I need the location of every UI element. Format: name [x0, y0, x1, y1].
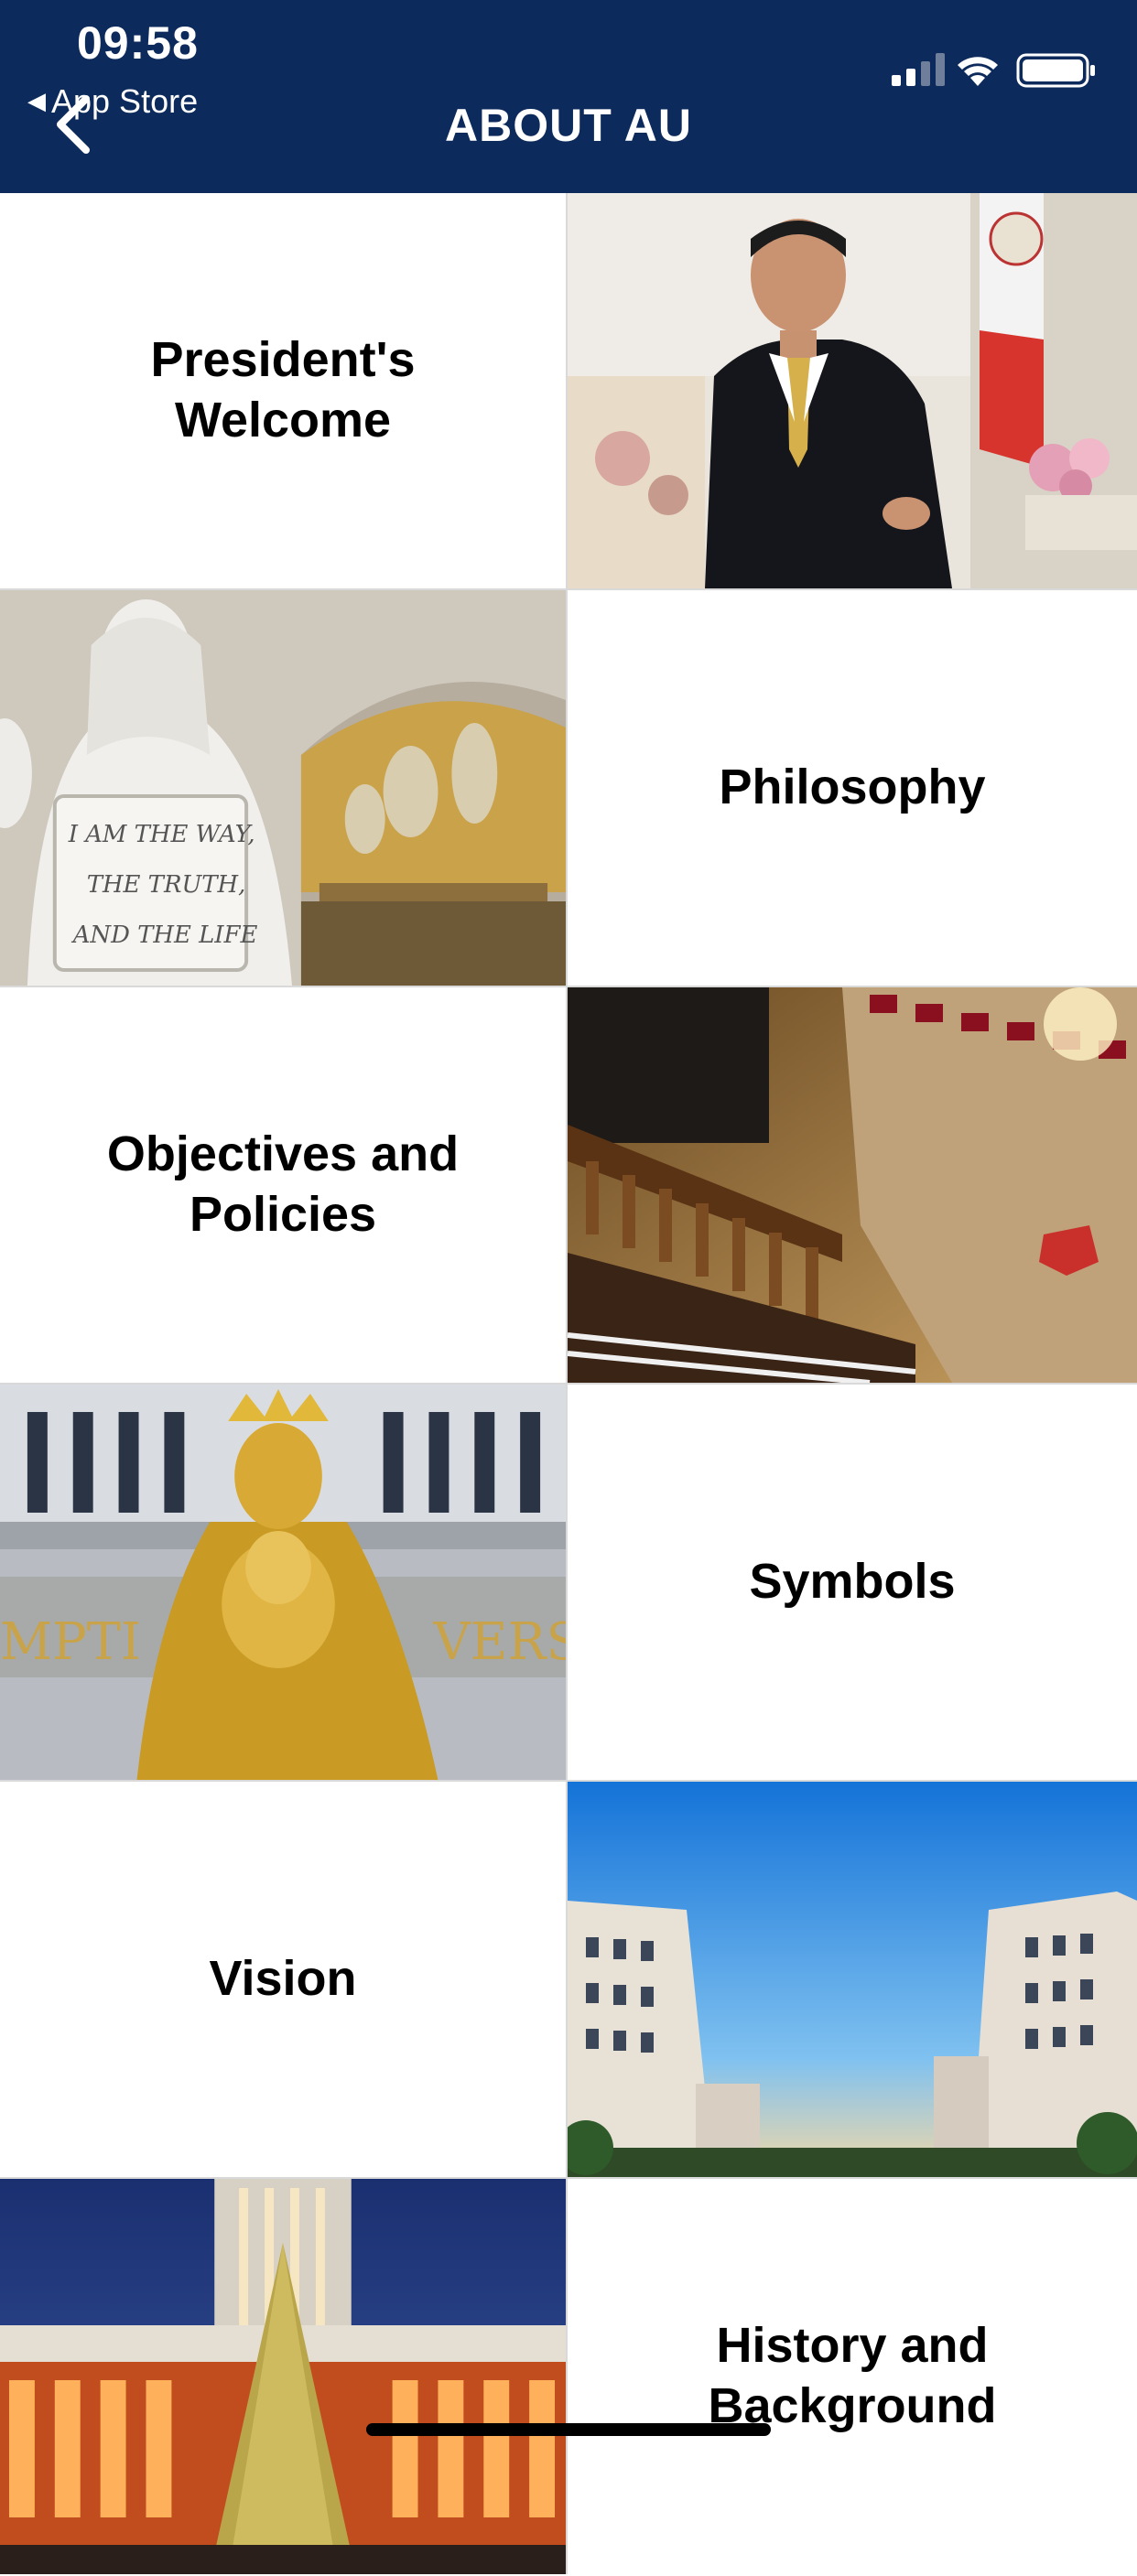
menu-item-vision[interactable]: Vision — [0, 1782, 568, 2177]
grid-row: Objectives and Policies — [0, 987, 1137, 1385]
wifi-icon — [958, 57, 998, 86]
home-indicator[interactable] — [366, 2423, 771, 2436]
campus-buildings-image — [568, 1782, 1137, 2177]
svg-text:AND THE LIFE: AND THE LIFE — [71, 922, 258, 949]
menu-item-presidents-welcome[interactable]: President's Welcome — [0, 193, 568, 588]
menu-item-symbols[interactable]: Symbols — [568, 1385, 1137, 1780]
menu-item-label: History and Background — [708, 2318, 997, 2433]
about-grid: President's Welcome I AM THE WAY, THE TR… — [0, 193, 1137, 2576]
golden-madonna-statue-image: MPTI VERS — [0, 1385, 566, 1780]
golden-statue-photo[interactable]: MPTI VERS — [0, 1385, 568, 1780]
menu-item-label: President's Welcome — [150, 332, 416, 447]
page-title: ABOUT AU — [444, 100, 692, 151]
grid-row: History and Background — [0, 2179, 1137, 2576]
svg-text:THE TRUTH,: THE TRUTH, — [87, 871, 246, 899]
menu-item-objectives-and-policies[interactable]: Objectives and Policies — [0, 987, 568, 1383]
menu-item-label: Philosophy — [719, 760, 986, 815]
navigation-header: 09:58 ◀ App Store ABOUT AU — [0, 0, 1137, 193]
cellular-signal-icon — [892, 53, 945, 86]
tower-photo[interactable] — [0, 2179, 568, 2574]
grid-row: MPTI VERS Symbols — [0, 1385, 1137, 1782]
president-photo[interactable] — [568, 193, 1137, 588]
cathedral-christmas-tree-image — [0, 2179, 566, 2574]
president-portrait-image — [568, 193, 1137, 588]
menu-item-label: Vision — [209, 1951, 357, 2007]
battery-icon — [1016, 53, 1095, 88]
svg-text:I AM THE WAY,: I AM THE WAY, — [68, 821, 255, 848]
grid-row: I AM THE WAY, THE TRUTH, AND THE LIFE Ph… — [0, 590, 1137, 987]
grand-staircase-image — [568, 987, 1137, 1383]
status-icons — [892, 53, 1095, 88]
menu-item-history-and-background[interactable]: History and Background — [568, 2179, 1137, 2574]
grid-row: Vision — [0, 1782, 1137, 2179]
buildings-photo[interactable] — [568, 1782, 1137, 2177]
menu-item-philosophy[interactable]: Philosophy — [568, 590, 1137, 986]
menu-item-label: Objectives and Policies — [106, 1126, 460, 1242]
staircase-photo[interactable] — [568, 987, 1137, 1383]
grid-row: President's Welcome — [0, 193, 1137, 590]
menu-item-label: Symbols — [749, 1554, 956, 1610]
svg-text:VERS: VERS — [432, 1612, 566, 1672]
statue-photo[interactable]: I AM THE WAY, THE TRUTH, AND THE LIFE — [0, 590, 568, 986]
christ-statue-image: I AM THE WAY, THE TRUTH, AND THE LIFE — [0, 590, 566, 986]
status-time: 09:58 — [77, 17, 199, 69]
svg-text:MPTI: MPTI — [0, 1612, 141, 1672]
